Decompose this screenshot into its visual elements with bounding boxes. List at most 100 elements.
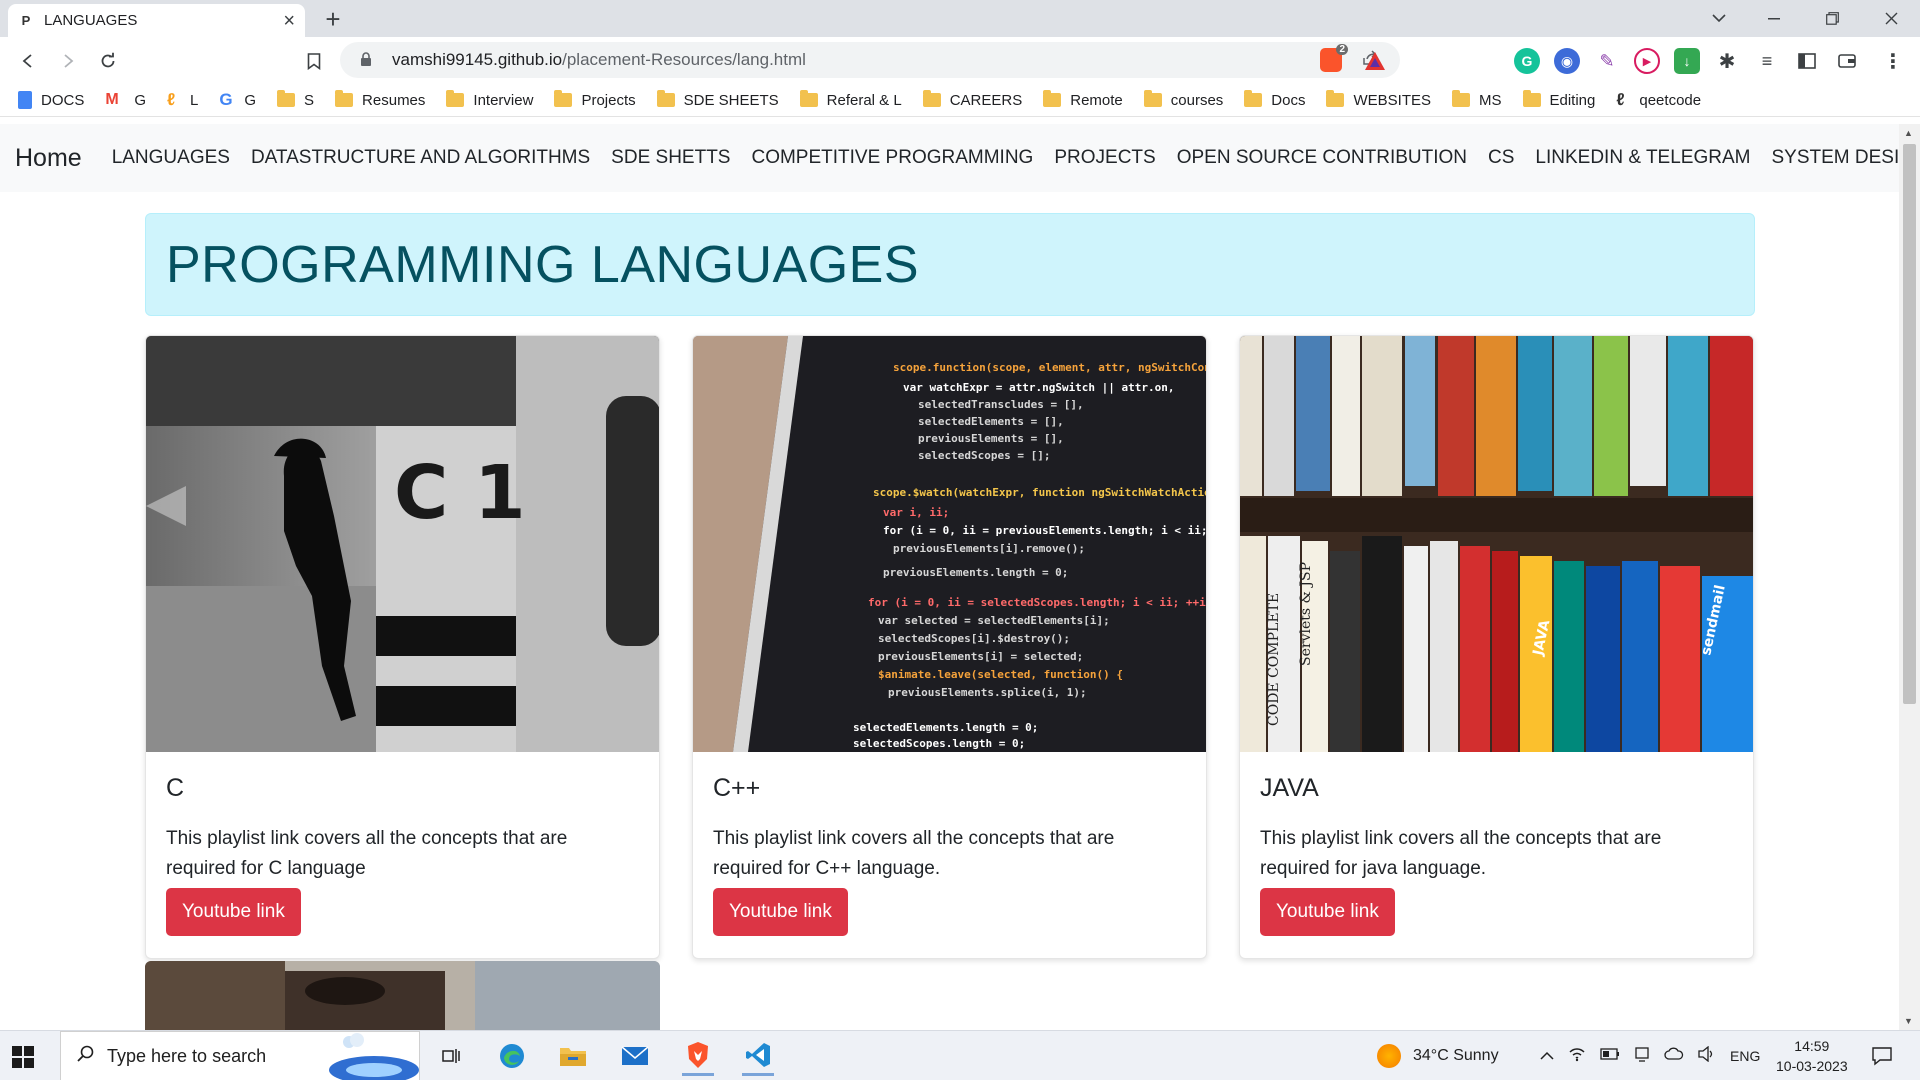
wallet-icon[interactable] xyxy=(1834,48,1860,74)
bookmark-folder-referal[interactable]: Referal & L xyxy=(799,90,902,109)
download-extension-icon[interactable]: ↓ xyxy=(1674,48,1700,74)
card-c: C 1 C This playlist link covers all the … xyxy=(145,335,660,959)
gmail-icon: M xyxy=(105,91,119,108)
tab-search-icon[interactable] xyxy=(1690,0,1748,37)
meet-now-icon[interactable] xyxy=(1634,1046,1650,1067)
brave-rewards-icon[interactable] xyxy=(1362,48,1388,74)
svg-text:C 1: C 1 xyxy=(394,450,526,536)
svg-text:scope.$watch(watchExpr, functi: scope.$watch(watchExpr, function ngSwitc… xyxy=(873,486,1207,499)
card-text-java: This playlist link covers all the concep… xyxy=(1260,828,1662,879)
svg-text:var selected = selectedElement: var selected = selectedElements[i]; xyxy=(878,614,1110,627)
edge-browser-icon[interactable] xyxy=(496,1041,528,1071)
video-extension-icon[interactable]: ▶ xyxy=(1634,48,1660,74)
svg-text:for (i = 0, ii = selectedScope: for (i = 0, ii = selectedScopes.length; … xyxy=(868,596,1207,609)
svg-text:selectedElements = [],: selectedElements = [], xyxy=(918,415,1064,428)
nav-link-projects[interactable]: PROJECTS xyxy=(1054,147,1155,169)
task-view-icon[interactable] xyxy=(435,1041,467,1071)
bookmark-folder-websites[interactable]: WEBSITES xyxy=(1326,90,1431,109)
brave-browser-icon[interactable] xyxy=(682,1036,714,1076)
onedrive-cloud-icon[interactable] xyxy=(1664,1047,1684,1066)
menu-kebab-icon[interactable]: ⋮ xyxy=(1880,48,1906,74)
mail-icon[interactable] xyxy=(619,1041,651,1071)
nav-link-linkedin-telegram[interactable]: LINKEDIN & TELEGRAM xyxy=(1535,147,1750,169)
bookmark-folder-sde-sheets[interactable]: SDE SHEETS xyxy=(656,90,779,109)
browser-toolbar: vamshi99145.github.io/placement-Resource… xyxy=(0,37,1920,84)
card-title-java: JAVA xyxy=(1260,774,1319,802)
svg-text:previousElements.splice(i, 1);: previousElements.splice(i, 1); xyxy=(888,686,1087,699)
youtube-link-button-c[interactable]: Youtube link xyxy=(166,888,301,936)
leetcode-icon: ℓ xyxy=(167,90,176,109)
forward-icon[interactable] xyxy=(54,47,82,75)
scroll-up-icon[interactable]: ▲ xyxy=(1904,128,1913,138)
bookmark-folder-courses[interactable]: courses xyxy=(1143,90,1223,109)
chevron-up-icon[interactable] xyxy=(1540,1047,1554,1065)
brave-shield-icon[interactable]: 2 xyxy=(1320,44,1348,72)
bookmark-page-icon[interactable] xyxy=(300,47,328,75)
battery-icon[interactable] xyxy=(1600,1047,1620,1065)
close-window-button[interactable] xyxy=(1862,0,1920,37)
bookmark-qeetcode[interactable]: ℓ qeetcode xyxy=(1616,91,1701,109)
bookmark-docs[interactable]: DOCS xyxy=(18,91,84,109)
bookmark-folder-s[interactable]: S xyxy=(277,90,315,109)
bookmark-gmail[interactable]: MG xyxy=(105,92,146,109)
vscode-icon[interactable] xyxy=(742,1036,774,1076)
scroll-down-icon[interactable]: ▼ xyxy=(1904,1016,1913,1026)
volume-icon[interactable] xyxy=(1698,1045,1716,1067)
bookmark-folder-remote[interactable]: Remote xyxy=(1043,90,1123,109)
bookmark-label: S xyxy=(304,91,315,109)
bookmark-folder-resumes[interactable]: Resumes xyxy=(335,90,425,109)
nav-link-dsa[interactable]: DATASTRUCTURE AND ALGORITHMS xyxy=(251,147,590,169)
media-controls-icon[interactable]: ≡ xyxy=(1754,48,1780,74)
bookmark-folder-ms[interactable]: MS xyxy=(1452,90,1502,109)
folder-icon xyxy=(799,90,818,107)
restore-button[interactable] xyxy=(1803,0,1861,37)
bookmark-label: G xyxy=(134,91,147,109)
tab-close-icon[interactable]: × xyxy=(283,11,295,31)
bookmark-folder-editing[interactable]: Editing xyxy=(1522,90,1595,109)
bookmark-folder-docs[interactable]: Docs xyxy=(1244,90,1305,109)
address-bar[interactable]: vamshi99145.github.io/placement-Resource… xyxy=(340,42,1400,78)
bookmark-google[interactable]: GG xyxy=(219,90,256,109)
bookmark-folder-projects[interactable]: Projects xyxy=(554,90,636,109)
nav-brand-home[interactable]: Home xyxy=(15,144,82,173)
google-icon: G xyxy=(219,90,233,109)
minimize-button[interactable] xyxy=(1745,0,1803,37)
card-title-cpp: C++ xyxy=(713,774,761,802)
taskbar-search-box[interactable]: Type here to search xyxy=(60,1031,420,1080)
sidebar-toggle-icon[interactable] xyxy=(1794,48,1820,74)
youtube-link-button-cpp[interactable]: Youtube link xyxy=(713,888,848,936)
youtube-link-button-java[interactable]: Youtube link xyxy=(1260,888,1395,936)
notification-icon[interactable] xyxy=(1866,1041,1898,1071)
file-explorer-icon[interactable] xyxy=(557,1041,589,1071)
grammarly-icon[interactable]: G xyxy=(1514,48,1540,74)
back-icon[interactable] xyxy=(14,47,42,75)
wifi-icon[interactable] xyxy=(1568,1046,1586,1067)
extension-shield-icon[interactable]: ◉ xyxy=(1554,48,1580,74)
nav-link-languages[interactable]: LANGUAGES xyxy=(112,147,230,169)
nav-link-sde-shetts[interactable]: SDE SHETTS xyxy=(611,147,730,169)
weather-widget[interactable]: 34°C Sunny xyxy=(1377,1031,1499,1080)
language-indicator[interactable]: ENG xyxy=(1730,1048,1760,1064)
new-tab-button[interactable]: + xyxy=(318,4,348,34)
nav-link-competitive-programming[interactable]: COMPETITIVE PROGRAMMING xyxy=(751,147,1033,169)
bookmark-folder-careers[interactable]: CAREERS xyxy=(922,90,1022,109)
bookmark-label: Projects xyxy=(581,91,636,109)
bookmark-leetcode[interactable]: ℓL xyxy=(167,90,198,109)
windows-start-icon[interactable] xyxy=(12,1046,34,1068)
folder-icon xyxy=(1043,90,1062,107)
scrollbar-thumb[interactable] xyxy=(1903,144,1916,704)
bookmark-folder-interview[interactable]: Interview xyxy=(446,90,533,109)
nav-link-system-design[interactable]: SYSTEM DESIGN xyxy=(1771,147,1899,169)
bookmark-label: MS xyxy=(1479,91,1502,109)
extensions-puzzle-icon[interactable]: ✱ xyxy=(1714,48,1740,74)
browser-tab[interactable]: P LANGUAGES × xyxy=(8,4,305,37)
svg-text:selectedScopes.length = 0;: selectedScopes.length = 0; xyxy=(853,737,1025,750)
reload-icon[interactable] xyxy=(94,47,122,75)
site-navbar: Home LANGUAGES DATASTRUCTURE AND ALGORIT… xyxy=(0,124,1899,192)
page-scrollbar[interactable]: ▲ ▼ xyxy=(1899,124,1920,1030)
taskbar-clock[interactable]: 14:59 10-03-2023 xyxy=(1776,1036,1848,1076)
pen-extension-icon[interactable]: ✎ xyxy=(1594,48,1620,74)
nav-link-cs[interactable]: CS xyxy=(1488,147,1514,169)
nav-link-open-source[interactable]: OPEN SOURCE CONTRIBUTION xyxy=(1177,147,1467,169)
folder-icon xyxy=(1326,90,1345,107)
